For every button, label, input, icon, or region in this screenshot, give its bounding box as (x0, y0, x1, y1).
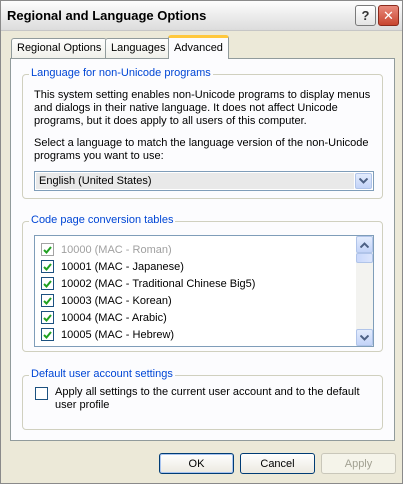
tab-label: Languages (111, 42, 166, 54)
language-select-value: English (United States) (36, 173, 354, 189)
list-item-label: 10005 (MAC - Hebrew) (61, 328, 175, 341)
chevron-down-icon (359, 178, 368, 184)
title-bar[interactable]: Regional and Language Options ? ✕ (1, 1, 402, 31)
check-icon (43, 313, 52, 322)
list-item-label: 10003 (MAC - Korean) (61, 294, 172, 307)
help-icon: ? (361, 8, 370, 23)
apply-button[interactable]: Apply (321, 453, 396, 474)
description-line: This system setting enables non-Unicode … (34, 89, 371, 101)
list-item-label: 10002 (MAC - Traditional Chinese Big5) (61, 277, 256, 290)
non-unicode-legend: Language for non-Unicode programs (29, 67, 213, 79)
label-line: Apply all settings to the current user a… (55, 386, 360, 398)
code-page-legend: Code page conversion tables (29, 214, 176, 226)
ok-button[interactable]: OK (159, 453, 234, 474)
tab-label: Advanced (174, 42, 223, 54)
list-item-label: 10004 (MAC - Arabic) (61, 311, 167, 324)
non-unicode-group: Language for non-Unicode programs This s… (22, 67, 383, 199)
close-button[interactable]: ✕ (378, 5, 399, 26)
chevron-down-icon (360, 334, 369, 341)
checkbox[interactable] (41, 328, 54, 341)
apply-default-user-label: Apply all settings to the current user a… (55, 386, 360, 412)
list-item[interactable]: 10005 (MAC - Hebrew) (41, 326, 174, 343)
prompt-line: Select a language to match the language … (34, 137, 369, 149)
description-line: and dialogs in their native language. It… (34, 102, 338, 114)
close-icon: ✕ (383, 7, 394, 23)
language-select[interactable]: English (United States) (34, 171, 374, 191)
apply-default-user-checkbox[interactable] (35, 387, 48, 400)
chevron-up-icon (360, 241, 369, 248)
scroll-down-button[interactable] (356, 329, 373, 346)
checkbox[interactable] (41, 277, 54, 290)
ok-button-label: OK (188, 457, 205, 470)
apply-default-user-option[interactable]: Apply all settings to the current user a… (35, 386, 360, 412)
default-user-group: Default user account settings Apply all … (22, 368, 383, 430)
checkbox[interactable] (41, 260, 54, 273)
non-unicode-description: This system setting enables non-Unicode … (34, 89, 379, 128)
cancel-button[interactable]: Cancel (240, 453, 315, 474)
scroll-up-button[interactable] (356, 236, 373, 253)
help-button[interactable]: ? (355, 5, 376, 26)
apply-button-label: Apply (344, 457, 373, 470)
prompt-line: programs you want to use: (34, 150, 164, 162)
description-line: programs, but it does apply to all users… (34, 115, 307, 127)
scroll-thumb[interactable] (356, 253, 373, 263)
dialog-window: Regional and Language Options ? ✕ Region… (0, 0, 403, 484)
checkbox[interactable] (41, 243, 54, 256)
check-icon (43, 279, 52, 288)
code-page-group: Code page conversion tables 10000 (MAC -… (22, 214, 383, 352)
label-line: user profile (55, 399, 110, 411)
list-item-label: 10001 (MAC - Japanese) (61, 260, 184, 273)
checkbox[interactable] (41, 311, 54, 324)
list-item[interactable]: 10004 (MAC - Arabic) (41, 309, 167, 326)
list-item-label: 10000 (MAC - Roman) (61, 243, 172, 256)
checkbox[interactable] (41, 294, 54, 307)
list-item[interactable]: 10002 (MAC - Traditional Chinese Big5) (41, 275, 255, 292)
advanced-tab-panel: Language for non-Unicode programs This s… (10, 58, 395, 441)
window-title: Regional and Language Options (7, 8, 207, 23)
tab-languages[interactable]: Languages (105, 38, 172, 58)
default-user-legend: Default user account settings (29, 368, 175, 380)
cancel-button-label: Cancel (260, 457, 295, 470)
language-prompt: Select a language to match the language … (34, 137, 379, 163)
list-item[interactable]: 10000 (MAC - Roman) (41, 241, 172, 258)
tab-label: Regional Options (17, 42, 102, 54)
check-icon (43, 262, 52, 271)
tab-advanced[interactable]: Advanced (168, 35, 229, 59)
list-item[interactable]: 10001 (MAC - Japanese) (41, 258, 184, 275)
tab-regional-options[interactable]: Regional Options (11, 38, 108, 58)
check-icon (43, 330, 52, 339)
vertical-scrollbar[interactable] (356, 236, 373, 346)
check-icon (43, 296, 52, 305)
check-icon (43, 245, 52, 254)
list-item[interactable]: 10003 (MAC - Korean) (41, 292, 172, 309)
language-select-dropdown-button[interactable] (355, 173, 372, 189)
code-page-list[interactable]: 10000 (MAC - Roman) 10001 (MAC - Japanes… (34, 235, 374, 347)
